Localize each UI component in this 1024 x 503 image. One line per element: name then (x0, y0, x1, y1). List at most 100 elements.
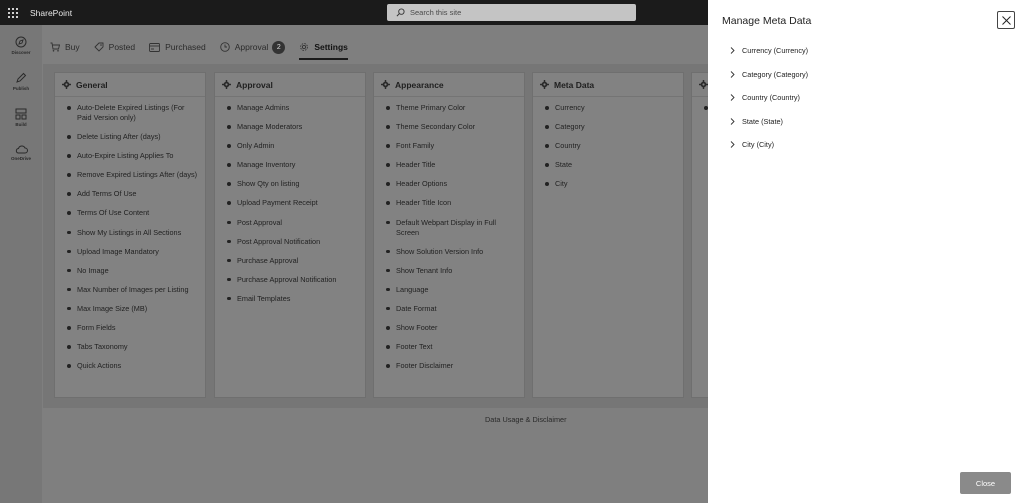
card-meta-data: Meta Data Currency Category Country Stat… (532, 72, 684, 398)
search-placeholder: Search this site (410, 8, 462, 17)
setting-link[interactable]: Add Terms Of Use (55, 189, 205, 199)
setting-link[interactable]: State (533, 160, 683, 170)
card-approval: Approval Manage Admins Manage Moderators… (214, 72, 366, 398)
setting-link[interactable]: Show Qty on listing (215, 179, 365, 189)
setting-link[interactable]: Auto-Expire Listing Applies To (55, 151, 205, 161)
setting-link[interactable]: Header Title (374, 160, 524, 170)
setting-link[interactable]: Remove Expired Listings After (days) (55, 170, 205, 180)
gear-icon (540, 80, 549, 89)
card-title: Appearance (395, 79, 444, 90)
setting-link[interactable]: Delete Listing After (days) (55, 132, 205, 142)
meta-data-tree: Currency (Currency) Category (Category) … (730, 43, 808, 161)
grid-icon (15, 108, 27, 120)
rail-label: Build (15, 122, 27, 127)
tab-bar: Buy Posted Purchased Approval 2 Settings (50, 36, 362, 60)
setting-link[interactable]: Purchase Approval (215, 256, 365, 266)
close-icon (1001, 15, 1011, 25)
setting-link[interactable]: Currency (533, 103, 683, 113)
settings-list: Theme Primary Color Theme Secondary Colo… (374, 97, 524, 371)
setting-link[interactable]: Date Format (374, 304, 524, 314)
app-launcher-icon[interactable] (8, 7, 18, 18)
tree-item-label: City (City) (742, 140, 775, 149)
tab-approval[interactable]: Approval 2 (220, 37, 286, 57)
setting-link[interactable]: Form Fields (55, 323, 205, 333)
setting-link[interactable]: Show Footer (374, 323, 524, 333)
setting-link[interactable]: Email Templates (215, 294, 365, 304)
tab-settings[interactable]: Settings (299, 37, 348, 60)
tab-label: Settings (314, 42, 348, 52)
settings-list: Currency Category Country State City (533, 97, 683, 189)
card-header: Meta Data (533, 73, 683, 97)
tab-buy[interactable]: Buy (50, 37, 80, 57)
setting-link[interactable]: Show My Listings in All Sections (55, 228, 205, 238)
tree-item-city[interactable]: City (City) (730, 137, 808, 152)
card-header: General (55, 73, 205, 97)
tree-item-state[interactable]: State (State) (730, 114, 808, 129)
settings-list: Manage Admins Manage Moderators Only Adm… (215, 97, 365, 304)
gear-icon (62, 80, 71, 89)
setting-link[interactable]: Post Approval (215, 218, 365, 228)
setting-link[interactable]: Quick Actions (55, 361, 205, 371)
rail-label: Discover (11, 50, 31, 55)
setting-link[interactable]: Manage Moderators (215, 122, 365, 132)
setting-link[interactable]: Footer Disclaimer (374, 361, 524, 371)
card-general: General Auto-Delete Expired Listings (Fo… (54, 72, 206, 398)
rail-item-onedrive[interactable]: OneDrive (0, 144, 42, 170)
setting-link[interactable]: Header Title Icon (374, 198, 524, 208)
tab-posted[interactable]: Posted (94, 37, 135, 57)
setting-link[interactable]: Show Tenant Info (374, 266, 524, 276)
setting-link[interactable]: Max Number of Images per Listing (55, 285, 205, 295)
rail-item-publish[interactable]: Publish (0, 72, 42, 98)
clock-icon (220, 42, 230, 52)
setting-link[interactable]: Language (374, 285, 524, 295)
setting-link[interactable]: Header Options (374, 179, 524, 189)
app-name[interactable]: SharePoint (30, 8, 72, 18)
setting-link[interactable]: Max Image Size (MB) (55, 304, 205, 314)
approval-count-badge: 2 (272, 40, 286, 54)
gear-icon (300, 43, 309, 51)
rail-item-build[interactable]: Build (0, 108, 42, 134)
setting-link[interactable]: Upload Image Mandatory (55, 247, 205, 257)
gear-icon (381, 80, 390, 89)
setting-link[interactable]: No Image (55, 266, 205, 276)
tree-item-currency[interactable]: Currency (Currency) (730, 43, 808, 58)
setting-link[interactable]: Manage Admins (215, 103, 365, 113)
search-icon (396, 8, 405, 17)
tab-label: Buy (65, 42, 80, 52)
setting-link[interactable]: City (533, 179, 683, 189)
search-box[interactable]: Search this site (387, 4, 636, 21)
tab-purchased[interactable]: Purchased (149, 37, 206, 57)
setting-link[interactable]: Theme Primary Color (374, 103, 524, 113)
settings-panel: General Auto-Delete Expired Listings (Fo… (43, 64, 721, 408)
rail-item-discover[interactable]: Discover (0, 36, 42, 62)
card-header: Appearance (374, 73, 524, 97)
setting-link[interactable]: Theme Secondary Color (374, 122, 524, 132)
setting-link[interactable]: Footer Text (374, 342, 524, 352)
setting-link[interactable]: Font Family (374, 141, 524, 151)
setting-link[interactable]: Category (533, 122, 683, 132)
close-button[interactable]: Close (960, 472, 1011, 494)
gear-icon (222, 80, 231, 89)
setting-link[interactable]: Show Solution Version Info (374, 247, 524, 257)
setting-link[interactable]: Country (533, 141, 683, 151)
panel-title: Manage Meta Data (722, 15, 812, 27)
tree-item-category[interactable]: Category (Category) (730, 67, 808, 82)
compass-icon (15, 36, 27, 48)
setting-link[interactable]: Tabs Taxonomy (55, 342, 205, 352)
data-usage-link[interactable]: Data Usage & Disclaimer (485, 415, 567, 424)
setting-link[interactable]: Purchase Approval Notification (215, 275, 365, 285)
chevron-right-icon (730, 117, 735, 125)
close-panel-button[interactable] (997, 11, 1015, 29)
setting-link[interactable]: Post Approval Notification (215, 237, 365, 247)
setting-link[interactable]: Manage Inventory (215, 160, 365, 170)
card-header: Approval (215, 73, 365, 97)
setting-link[interactable]: Only Admin (215, 141, 365, 151)
setting-link[interactable]: Default Webpart Display in Full Screen (374, 218, 524, 238)
tree-item-country[interactable]: Country (Country) (730, 90, 808, 105)
chevron-right-icon (730, 141, 735, 148)
setting-link[interactable]: Terms Of Use Content (55, 208, 205, 218)
setting-link[interactable]: Upload Payment Receipt (215, 198, 365, 208)
setting-link[interactable]: Auto-Delete Expired Listings (For Paid V… (55, 103, 205, 123)
chevron-right-icon (730, 70, 735, 78)
card-title: Meta Data (554, 79, 595, 90)
